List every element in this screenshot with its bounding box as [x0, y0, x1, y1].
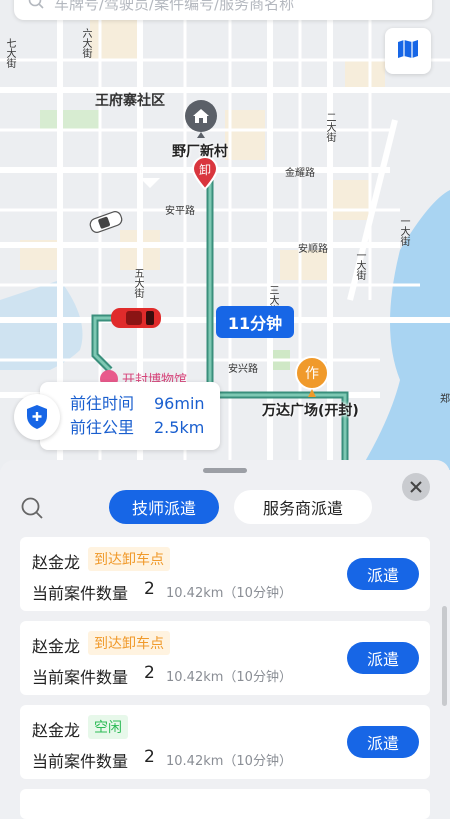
case-count: 2: [144, 747, 155, 767]
start-marker[interactable]: [182, 98, 220, 142]
unload-marker-label: 卸: [198, 163, 211, 177]
case-count-label: 当前案件数量: [32, 668, 129, 687]
time-value: 96min: [154, 394, 205, 413]
search-icon: [21, 497, 43, 519]
dispatch-sheet: 技师派遣 服务商派遣 赵金龙 到达卸车点 当前案件数量 2 10.42km（10…: [0, 460, 450, 819]
case-count: 2: [144, 663, 155, 683]
route-info-card: 前往时间 96min 前往公里 2.5km: [40, 382, 220, 450]
search-icon: [28, 0, 44, 13]
technician-name: 赵金龙: [32, 553, 81, 572]
case-count-label: 当前案件数量: [32, 752, 129, 771]
status-badge: 到达卸车点: [88, 547, 170, 571]
shield-plus-icon: [27, 405, 47, 429]
time-row: 前往时间 96min: [70, 392, 220, 416]
close-button[interactable]: [402, 473, 430, 501]
technician-card: 赵金龙 空闲 当前案件数量 2 10.42km（10分钟） 派遣: [20, 705, 430, 779]
area-label: 王府寨社区: [95, 93, 165, 109]
search-placeholder: 车牌号/驾驶员/案件编号/服务商名称: [54, 0, 295, 13]
close-icon: [410, 481, 422, 493]
road-label: 一大街: [354, 250, 365, 280]
status-badge: 空闲: [88, 715, 128, 739]
road-label: 七大街: [4, 38, 15, 68]
road-label: 二大街: [324, 112, 335, 142]
road-label: 安兴路: [228, 364, 258, 375]
distance-info: 10.42km（10分钟）: [166, 670, 292, 685]
end-poi-label: 万达广场(开封): [262, 403, 359, 419]
road-label: 一大街: [398, 216, 409, 246]
car-icon: [111, 308, 161, 328]
car-icon: [89, 211, 123, 233]
case-count: 2: [144, 579, 155, 599]
technician-card: [20, 789, 430, 819]
time-label: 前往时间: [70, 394, 135, 413]
technician-name: 赵金龙: [32, 721, 81, 740]
distance-value: 2.5km: [154, 418, 205, 437]
case-count-label: 当前案件数量: [32, 584, 129, 603]
dispatch-button[interactable]: 派遣: [347, 726, 419, 758]
drag-handle[interactable]: [203, 468, 247, 473]
dispatch-button[interactable]: 派遣: [347, 642, 419, 674]
road-label: 安顺路: [298, 244, 328, 255]
technician-card: 赵金龙 到达卸车点 当前案件数量 2 10.42km（10分钟） 派遣: [20, 537, 430, 611]
road-label: 郑: [440, 394, 450, 405]
safety-button[interactable]: [14, 394, 60, 440]
sheet-search-button[interactable]: [20, 496, 44, 520]
road-label: 六大街: [80, 28, 91, 58]
distance-row: 前往公里 2.5km: [70, 416, 220, 440]
route-time-badge: 11分钟: [216, 306, 294, 338]
status-badge: 到达卸车点: [88, 631, 170, 655]
road-label: 安平路: [165, 206, 195, 217]
search-input[interactable]: 车牌号/驾驶员/案件编号/服务商名称: [14, 0, 432, 20]
road-label: 五大街: [132, 268, 143, 298]
dispatch-button[interactable]: 派遣: [347, 558, 419, 590]
work-marker[interactable]: 作: [294, 355, 330, 399]
distance-info: 10.42km（10分钟）: [166, 586, 292, 601]
map-layers-icon: [396, 37, 420, 65]
technician-name: 赵金龙: [32, 637, 81, 656]
work-marker-label: 作: [305, 366, 319, 382]
road-label: 金耀路: [285, 168, 315, 179]
house-icon: [185, 100, 217, 138]
distance-info: 10.42km（10分钟）: [166, 754, 292, 769]
scrollbar[interactable]: [442, 606, 447, 706]
tab-provider-dispatch[interactable]: 服务商派遣: [234, 490, 372, 524]
distance-label: 前往公里: [70, 418, 135, 437]
tab-technician-dispatch[interactable]: 技师派遣: [109, 490, 219, 524]
map-view[interactable]: 车牌号/驾驶员/案件编号/服务商名称 七大街 六大街 五大街 二大街 一大街 三…: [0, 0, 450, 470]
unload-marker[interactable]: 卸: [191, 156, 219, 190]
technician-card: 赵金龙 到达卸车点 当前案件数量 2 10.42km（10分钟） 派遣: [20, 621, 430, 695]
car-marker-active[interactable]: [108, 303, 164, 337]
car-marker[interactable]: [86, 210, 126, 238]
map-layers-button[interactable]: [385, 28, 431, 74]
